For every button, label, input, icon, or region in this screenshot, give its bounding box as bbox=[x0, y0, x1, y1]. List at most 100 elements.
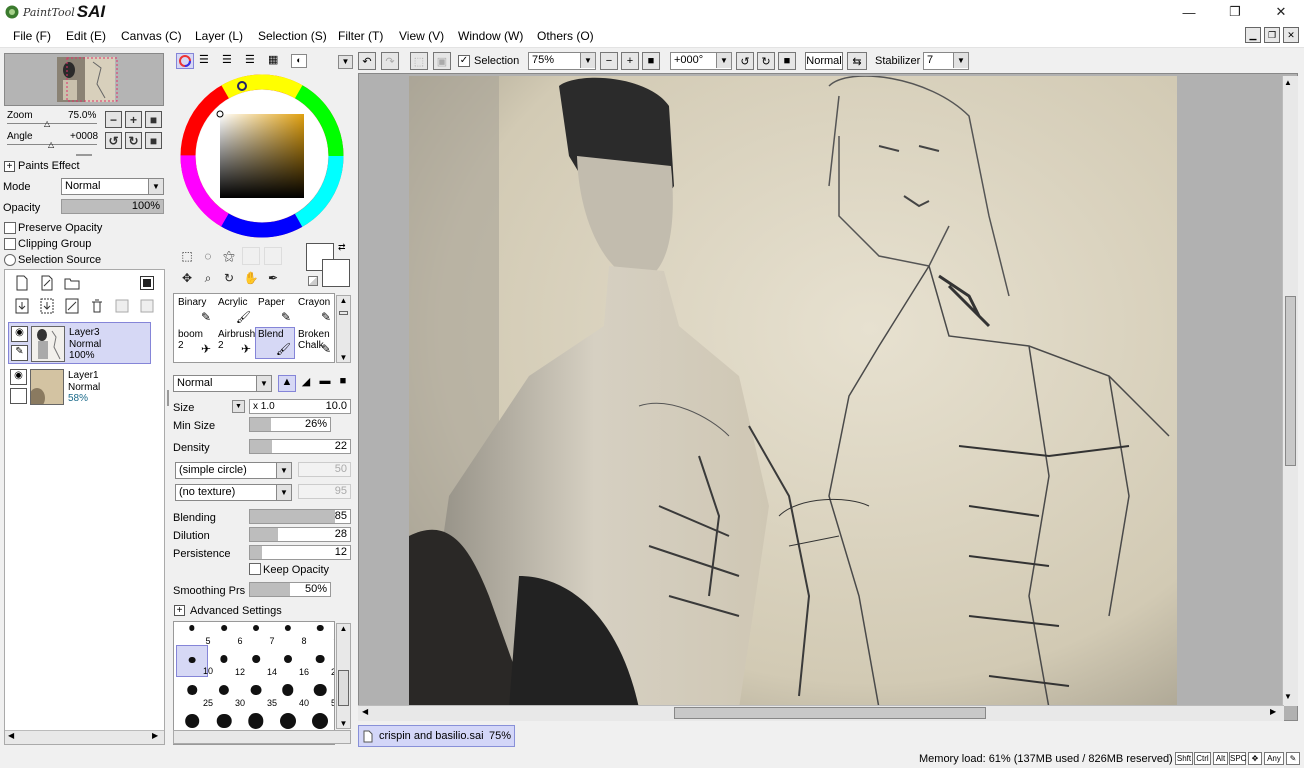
brush-blend[interactable]: Blend 🖌 bbox=[255, 327, 295, 359]
flip-horizontal-button[interactable]: ⇆ bbox=[847, 52, 867, 70]
navigator-preview[interactable] bbox=[4, 53, 164, 106]
scroll-up-icon[interactable]: ▲ bbox=[337, 296, 350, 305]
toolbar-rotate-reset-button[interactable]: ■ bbox=[778, 52, 796, 70]
eye-icon[interactable]: ◉ bbox=[10, 369, 27, 385]
brush-size-5[interactable]: 5 bbox=[176, 622, 211, 646]
mdi-restore-button[interactable]: ❐ bbox=[1264, 27, 1280, 43]
deselect-button[interactable]: ⬚ bbox=[410, 52, 428, 70]
view-mode-button[interactable]: Normal bbox=[805, 52, 843, 70]
brush-size-35[interactable]: 35 bbox=[240, 676, 277, 708]
brush-binary[interactable]: Binary ✎ bbox=[175, 295, 215, 327]
scroll-thumb[interactable] bbox=[339, 311, 348, 315]
rect-select-icon[interactable]: ⬚ bbox=[178, 247, 196, 265]
brush-icon[interactable]: ✎ bbox=[11, 345, 28, 361]
panel-splitter[interactable] bbox=[76, 154, 92, 156]
hsv-slider-tab[interactable]: ☰ bbox=[222, 55, 238, 67]
brush-shape-square[interactable]: ■ bbox=[334, 375, 352, 392]
menu-others[interactable]: Others (O) bbox=[537, 29, 594, 43]
scroll-down-icon[interactable]: ▼ bbox=[1284, 692, 1292, 701]
brush-size-40[interactable]: 40 bbox=[272, 676, 309, 708]
brush-size-16[interactable]: 16 bbox=[272, 645, 309, 677]
new-layer-icon[interactable] bbox=[14, 275, 30, 291]
minimize-button[interactable]: — bbox=[1166, 0, 1212, 24]
toolbar-zoom-out-button[interactable]: − bbox=[600, 52, 618, 70]
trash-icon[interactable] bbox=[89, 298, 105, 314]
swatches-tab[interactable]: ▦ bbox=[268, 55, 284, 67]
menu-window[interactable]: Window (W) bbox=[458, 29, 523, 43]
scroll-down-icon[interactable]: ▼ bbox=[337, 353, 350, 362]
zoom-icon[interactable]: ⌕ bbox=[199, 269, 217, 287]
layer-row[interactable]: ◉ Layer1 Normal 58% bbox=[8, 366, 151, 408]
size-slider[interactable]: x 1.0 10.0 bbox=[249, 399, 351, 414]
zoom-reset-button[interactable]: ■ bbox=[145, 111, 162, 128]
size-grid-hscrollbar[interactable] bbox=[173, 730, 351, 744]
rgb-slider-tab[interactable]: ☰ bbox=[199, 55, 215, 67]
panel-splitter-vertical[interactable] bbox=[167, 390, 169, 406]
brush-acrylic[interactable]: Acrylic 🖌 bbox=[215, 295, 255, 327]
size-grid-scrollbar[interactable]: ▲ ▼ bbox=[336, 623, 351, 729]
brush-boom-2[interactable]: boom 2 ✈ bbox=[175, 327, 215, 359]
new-folder-icon[interactable] bbox=[64, 275, 80, 291]
scroll-left-icon[interactable]: ◀ bbox=[362, 707, 368, 716]
size-multiplier-dropdown[interactable]: ▼ bbox=[232, 400, 245, 413]
brush-size-30[interactable]: 30 bbox=[208, 676, 245, 708]
scroll-up-icon[interactable]: ▲ bbox=[337, 624, 350, 633]
canvas-horizontal-scrollbar[interactable]: ◀ ▶ bbox=[358, 705, 1284, 721]
brush-size-10[interactable]: 10 bbox=[176, 645, 213, 677]
zoom-out-button[interactable]: − bbox=[105, 111, 122, 128]
opacity-slider[interactable]: 100% bbox=[61, 199, 164, 214]
invert-selection-button[interactable]: ▣ bbox=[433, 52, 451, 70]
color-wheel[interactable] bbox=[178, 72, 346, 240]
scroll-down-icon[interactable]: ▼ bbox=[337, 719, 350, 728]
brush-size-7[interactable]: 7 bbox=[240, 622, 275, 646]
mdi-close-button[interactable]: ✕ bbox=[1283, 27, 1299, 43]
persistence-slider[interactable]: 12 bbox=[249, 545, 351, 560]
flatten-icon[interactable] bbox=[139, 298, 155, 314]
layer-mode-select[interactable]: Normal ▼ bbox=[61, 178, 164, 195]
eyedropper-icon[interactable]: ✒ bbox=[264, 269, 282, 287]
maximize-button[interactable]: ❐ bbox=[1212, 0, 1258, 24]
scroll-up-icon[interactable]: ▲ bbox=[1284, 78, 1292, 87]
undo-button[interactable]: ↶ bbox=[358, 52, 376, 70]
mdi-minimize-button[interactable]: ▁ bbox=[1245, 27, 1261, 43]
scroll-left-icon[interactable]: ◀ bbox=[8, 731, 14, 740]
toolbar-zoom-in-button[interactable]: + bbox=[621, 52, 639, 70]
brush-crayon[interactable]: Crayon ✎ bbox=[295, 295, 334, 327]
menu-file[interactable]: File (F) bbox=[13, 29, 51, 43]
brush-size-12[interactable]: 12 bbox=[208, 645, 245, 677]
menu-layer[interactable]: Layer (L) bbox=[195, 29, 243, 43]
rotate-left-button[interactable]: ↺ bbox=[105, 132, 122, 149]
canvas-vertical-scrollbar[interactable]: ▲ ▼ bbox=[1282, 76, 1298, 706]
dilution-slider[interactable]: 28 bbox=[249, 527, 351, 542]
zoom-slider-thumb[interactable]: △ bbox=[44, 119, 50, 128]
scroll-thumb[interactable] bbox=[1285, 296, 1296, 466]
move-icon[interactable]: ✥ bbox=[178, 269, 196, 287]
rotate-right-button[interactable]: ↻ bbox=[125, 132, 142, 149]
brush-broken-chalk[interactable]: Broken Chalk ✎ bbox=[295, 327, 334, 359]
brush-airbrush-2[interactable]: Airbrush 2 ✈ bbox=[215, 327, 255, 359]
rotate-icon[interactable]: ↻ bbox=[220, 269, 238, 287]
toolbar-zoom-reset-button[interactable]: ■ bbox=[642, 52, 660, 70]
brush-size-50[interactable]: 50 bbox=[304, 676, 334, 708]
brush-size-20[interactable]: 20 bbox=[304, 645, 334, 677]
brush-shape-strength[interactable]: 50 bbox=[298, 462, 351, 477]
expand-icon[interactable]: + bbox=[4, 161, 15, 172]
magic-wand-icon[interactable]: ⚝ bbox=[220, 247, 238, 265]
rotate-reset-button[interactable]: ■ bbox=[145, 132, 162, 149]
color-mixer-tab[interactable]: ☰ bbox=[245, 55, 261, 67]
transfer-down-icon[interactable] bbox=[14, 298, 30, 314]
transparent-color-icon[interactable] bbox=[308, 276, 318, 286]
scroll-thumb[interactable] bbox=[674, 707, 986, 719]
scratchpad-tab[interactable]: ◐ bbox=[291, 54, 307, 68]
selection-source-radio[interactable] bbox=[4, 254, 16, 266]
rotation-select[interactable]: +000° ▼ bbox=[670, 52, 732, 70]
hand-icon[interactable]: ✋ bbox=[242, 269, 260, 287]
layer-row[interactable]: ◉ ✎ Layer3 Normal 100% bbox=[8, 322, 151, 364]
new-linework-layer-icon[interactable] bbox=[39, 275, 55, 291]
layer-panel-scrollbar[interactable]: ◀ ▶ bbox=[5, 730, 164, 744]
expand-icon[interactable]: + bbox=[174, 605, 185, 616]
density-slider[interactable]: 22 bbox=[249, 439, 351, 454]
zoom-select[interactable]: 75% ▼ bbox=[528, 52, 596, 70]
menu-edit[interactable]: Edit (E) bbox=[66, 29, 106, 43]
brush-paper[interactable]: Paper ✎ bbox=[255, 295, 295, 327]
